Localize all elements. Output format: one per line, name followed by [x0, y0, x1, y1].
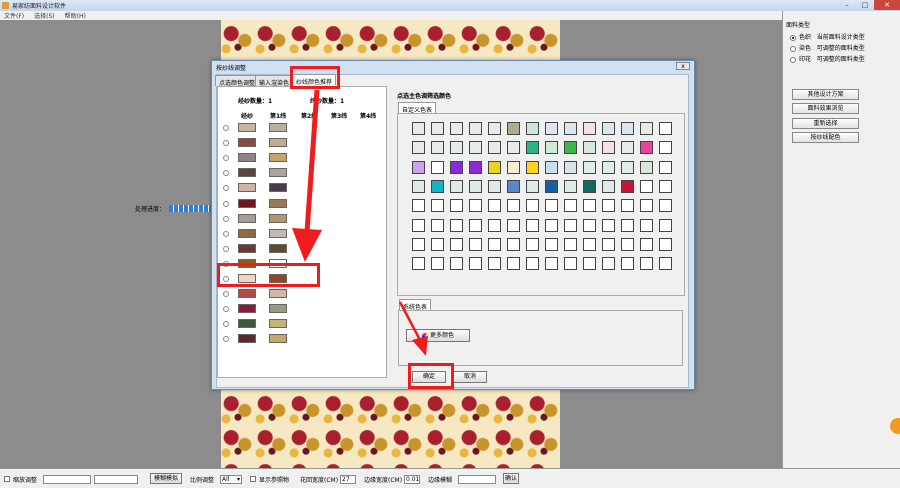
pattern-width-label: 花回宽度(CM): [300, 477, 339, 484]
zoom-slider-a[interactable]: [43, 475, 91, 484]
show-ref-checkbox[interactable]: [250, 476, 256, 482]
confirm-button[interactable]: 确认: [503, 473, 519, 484]
zoom-slider-b[interactable]: [94, 475, 138, 484]
edge-blur-label: 边缘模糊: [428, 477, 453, 484]
fuzzy-sim-button[interactable]: 模糊模拟: [150, 473, 182, 484]
arrow-overlay: [292, 89, 428, 356]
ratio-label: 比例调整: [190, 477, 215, 484]
edge-width-input[interactable]: 0.01: [404, 475, 420, 484]
arrow-down-line: [304, 89, 320, 233]
zoom-checkbox[interactable]: [4, 476, 10, 482]
ratio-select[interactable]: All ▾: [220, 475, 242, 484]
edge-width-label: 边缘宽度(CM): [364, 477, 403, 484]
arrow-ok-line: [398, 301, 422, 341]
zoom-label: 缩放调整: [13, 477, 38, 484]
arrow-down-head: [292, 228, 322, 262]
edge-blur-slider[interactable]: [458, 475, 496, 484]
chevron-down-icon: ▾: [236, 476, 240, 483]
arrow-ok-head: [412, 336, 428, 356]
pattern-width-input[interactable]: 27: [340, 475, 356, 484]
show-ref-label: 显示参照物: [259, 477, 290, 484]
